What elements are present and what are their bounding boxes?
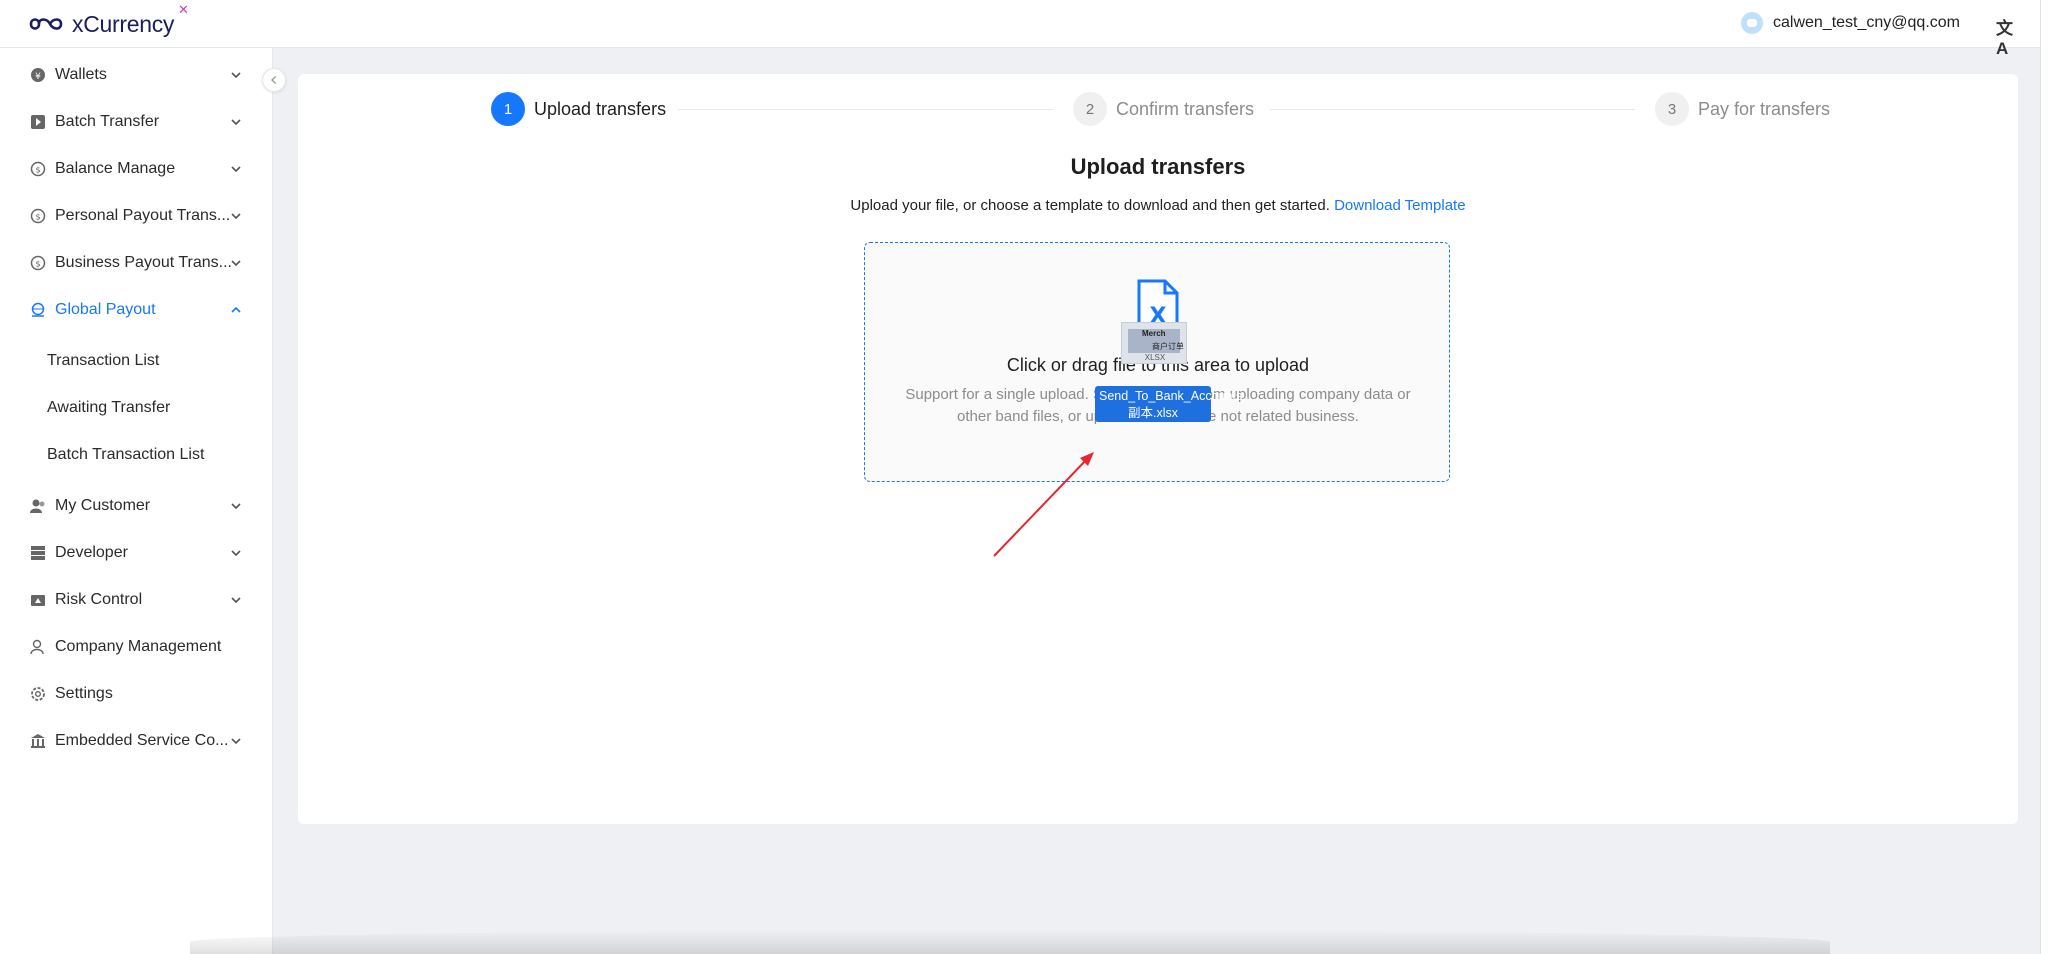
chevron-down-icon: [231, 165, 241, 172]
sidebar-item-label: Business Payout Trans...: [55, 253, 232, 271]
description-text: Upload your file, or choose a template t…: [850, 197, 1330, 214]
upload-card: 1 Upload transfers 2 Confirm transfers 3…: [298, 74, 2018, 824]
thumbnail-subtitle: 商户订单: [1152, 342, 1184, 351]
page-description: Upload your file, or choose a template t…: [298, 197, 2018, 214]
sidebar-item-label: Wallets: [55, 65, 107, 83]
annotation-arrow-icon: [993, 452, 1094, 557]
step-number: 3: [1655, 92, 1689, 126]
chevron-down-icon: [231, 118, 241, 125]
svg-text:¥: ¥: [35, 72, 41, 82]
sidebar-item-label: Balance Manage: [55, 159, 176, 177]
risk-control-icon: [30, 592, 46, 608]
sidebar-item-risk-control[interactable]: Risk Control: [0, 576, 272, 623]
svg-text:$: $: [35, 212, 40, 221]
download-template-link[interactable]: Download Template: [1334, 197, 1465, 214]
chevron-down-icon: [231, 71, 241, 78]
sidebar-item-embedded-service[interactable]: Embedded Service Co...: [0, 717, 272, 764]
sidebar-item-personal-payout[interactable]: $ Personal Payout Trans...: [0, 192, 272, 239]
chevron-down-icon: [231, 549, 241, 556]
translate-icon[interactable]: 文A: [1996, 14, 2016, 58]
thumbnail-title: Merch: [1142, 329, 1166, 338]
customer-icon: [30, 498, 46, 514]
brand-name: xCurrency: [72, 10, 175, 37]
dragged-file-thumbnail: Merch 商户订单 XLSX: [1121, 322, 1187, 364]
business-payout-icon: $: [30, 255, 46, 271]
collapse-sidebar-button[interactable]: [262, 68, 286, 92]
sidebar-item-business-payout[interactable]: $ Business Payout Trans...: [0, 239, 272, 286]
sidebar-item-label: My Customer: [55, 496, 151, 514]
chevron-down-icon: [231, 502, 241, 509]
personal-payout-icon: $: [30, 208, 46, 224]
brand-logo[interactable]: xCurrency: [24, 8, 174, 40]
sidebar-item-label: Settings: [55, 684, 113, 702]
user-menu[interactable]: calwen_test_cny@qq.com: [1741, 12, 1960, 34]
sidebar-subitem-transaction-list[interactable]: Transaction List: [0, 337, 272, 384]
user-email: calwen_test_cny@qq.com: [1773, 14, 1960, 31]
step-divider: [678, 109, 1053, 110]
gear-icon: [30, 686, 46, 702]
step-number: 1: [491, 92, 525, 126]
sidebar-item-label: Developer: [55, 543, 128, 561]
wallet-icon: ¥: [30, 67, 46, 83]
step-confirm: 2 Confirm transfers: [1073, 92, 1254, 126]
brand-star-icon: ✕: [178, 2, 189, 17]
sidebar-item-wallets[interactable]: ¥ Wallets: [0, 51, 272, 98]
step-label: Pay for transfers: [1698, 98, 1831, 119]
sidebar-item-label: Embedded Service Co...: [55, 731, 229, 749]
developer-icon: [30, 545, 46, 561]
chevron-left-icon: [271, 76, 276, 84]
sidebar-subitem-label: Awaiting Transfer: [47, 398, 171, 416]
svg-text:$: $: [35, 165, 40, 174]
sidebar-item-my-customer[interactable]: My Customer: [0, 482, 272, 529]
sidebar-subitem-label: Transaction List: [47, 351, 160, 369]
chevron-up-icon: [231, 306, 241, 313]
dragged-file-name: Send_To_Bank_Accounts...副本.xlsx: [1095, 386, 1253, 422]
sidebar-item-settings[interactable]: Settings: [0, 670, 272, 717]
batch-transfer-icon: [30, 114, 46, 130]
sidebar-item-balance-manage[interactable]: $ Balance Manage: [0, 145, 272, 192]
step-label: Upload transfers: [534, 98, 667, 119]
step-divider: [1270, 109, 1635, 110]
company-icon: [30, 639, 46, 655]
sidebar-item-company-management[interactable]: Company Management: [0, 623, 272, 670]
sidebar-item-batch-transfer[interactable]: Batch Transfer: [0, 98, 272, 145]
svg-text:$: $: [35, 259, 40, 268]
top-header: xCurrency ✕ calwen_test_cny@qq.com 文A: [0, 0, 2048, 58]
bank-icon: [30, 733, 46, 749]
step-upload: 1 Upload transfers: [491, 92, 666, 126]
sidebar-item-label: Risk Control: [55, 590, 143, 608]
window-edge: [2040, 0, 2048, 954]
thumbnail-ext: XLSX: [1144, 353, 1166, 362]
step-label: Confirm transfers: [1116, 98, 1255, 119]
sidebar-subitem-label: Batch Transaction List: [47, 445, 205, 463]
sidebar-item-label: Company Management: [55, 637, 222, 655]
chevron-down-icon: [231, 596, 241, 603]
sidebar: ¥ Wallets Batch Transfer $ Balance Manag…: [0, 48, 273, 954]
bottom-shadow: [190, 930, 1830, 954]
step-pay: 3 Pay for transfers: [1655, 92, 1830, 126]
avatar: [1741, 12, 1763, 34]
balance-icon: $: [30, 161, 46, 177]
sidebar-subitem-awaiting-transfer[interactable]: Awaiting Transfer: [0, 384, 272, 431]
step-number: 2: [1073, 92, 1107, 126]
global-payout-icon: [30, 302, 46, 318]
page-title: Upload transfers: [1070, 154, 1246, 179]
sidebar-item-developer[interactable]: Developer: [0, 529, 272, 576]
infinity-logo-icon: [29, 18, 63, 30]
sidebar-item-label: Global Payout: [55, 300, 156, 318]
sidebar-item-global-payout[interactable]: Global Payout: [0, 286, 272, 333]
chevron-down-icon: [231, 212, 241, 219]
sidebar-subitem-batch-transaction-list[interactable]: Batch Transaction List: [0, 431, 272, 478]
sidebar-item-label: Personal Payout Trans...: [55, 206, 231, 224]
chevron-down-icon: [231, 259, 241, 266]
sidebar-item-label: Batch Transfer: [55, 112, 160, 130]
chevron-down-icon: [231, 737, 241, 744]
